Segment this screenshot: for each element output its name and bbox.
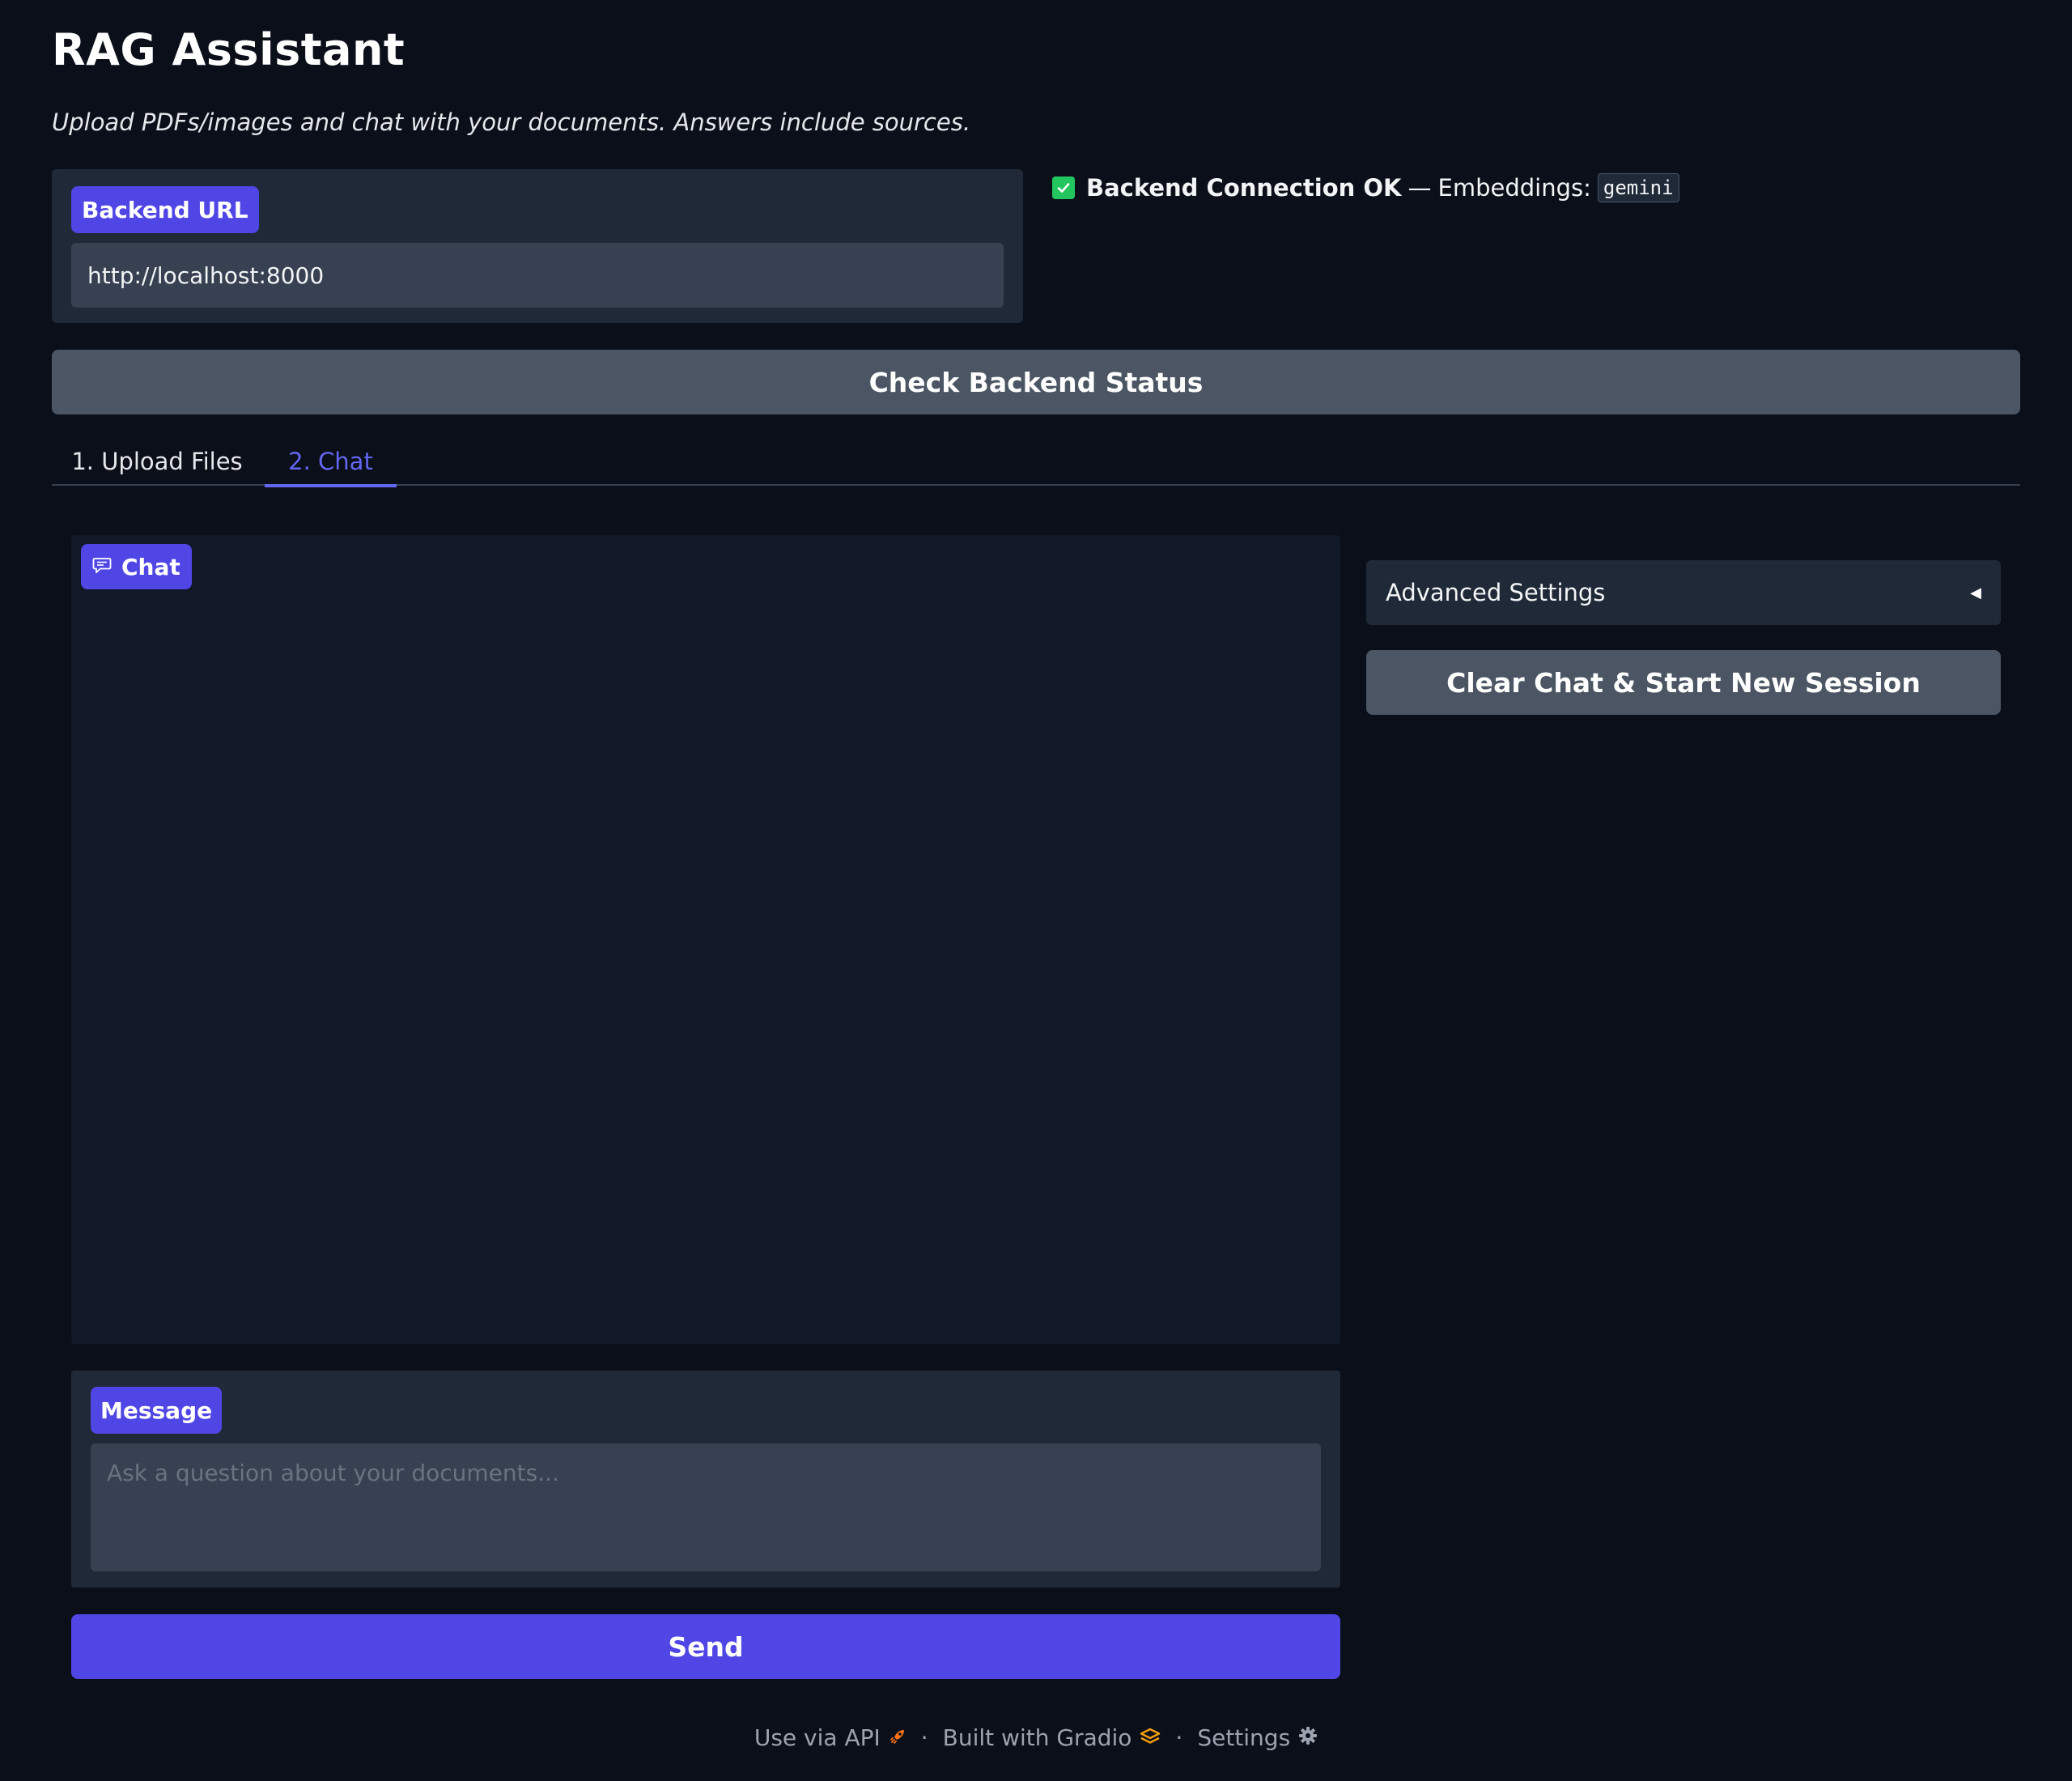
message-label: Message (91, 1387, 223, 1434)
chat-bubble-icon (92, 554, 112, 580)
built-with-gradio-text: Built with Gradio (942, 1724, 1132, 1751)
clear-chat-button[interactable]: Clear Chat & Start New Session (1366, 650, 2001, 715)
chat-label-text: Chat (121, 553, 180, 580)
footer-separator: · (1175, 1724, 1183, 1751)
chatbot-panel[interactable]: Chat (71, 535, 1340, 1344)
app-page: RAG Assistant Upload PDFs/images and cha… (0, 0, 2072, 1781)
footer-separator: · (920, 1724, 928, 1751)
embeddings-label: Embeddings: (1437, 174, 1591, 202)
footer: Use via API · Built with Gradio · Settin… (0, 1719, 2072, 1755)
backend-url-label: Backend URL (71, 186, 259, 233)
tab-upload-files[interactable]: 1. Upload Files (52, 437, 262, 486)
status-ok-text: Backend Connection OK (1086, 174, 1402, 202)
built-with-gradio-link[interactable]: Built with Gradio (943, 1724, 1161, 1751)
tab-bar: 1. Upload Files 2. Chat (52, 437, 2020, 487)
gear-icon (1298, 1724, 1318, 1751)
message-input[interactable] (91, 1443, 1321, 1571)
backend-url-input[interactable] (71, 243, 1004, 308)
advanced-settings-label: Advanced Settings (1386, 579, 1606, 606)
rocket-icon (889, 1724, 906, 1751)
check-backend-status-button[interactable]: Check Backend Status (52, 350, 2020, 414)
advanced-settings-accordion[interactable]: Advanced Settings ◀ (1366, 560, 2001, 625)
gradio-logo-icon (1140, 1724, 1161, 1751)
check-icon (1052, 176, 1075, 199)
embeddings-model: gemini (1597, 173, 1679, 202)
caret-left-icon: ◀ (1970, 584, 1981, 601)
send-button[interactable]: Send (71, 1614, 1340, 1679)
use-via-api-text: Use via API (754, 1724, 881, 1751)
backend-status: Backend Connection OK — Embeddings: gemi… (1052, 172, 1679, 204)
backend-url-panel: Backend URL (52, 169, 1023, 323)
use-via-api-link[interactable]: Use via API (754, 1724, 906, 1751)
page-title: RAG Assistant (52, 24, 405, 75)
status-dash: — (1408, 174, 1432, 202)
settings-text: Settings (1197, 1724, 1291, 1751)
page-subtitle: Upload PDFs/images and chat with your do… (52, 108, 971, 136)
tab-chat[interactable]: 2. Chat (265, 437, 397, 487)
chat-label: Chat (81, 544, 192, 589)
message-panel: Message (71, 1371, 1340, 1588)
settings-link[interactable]: Settings (1197, 1724, 1318, 1751)
